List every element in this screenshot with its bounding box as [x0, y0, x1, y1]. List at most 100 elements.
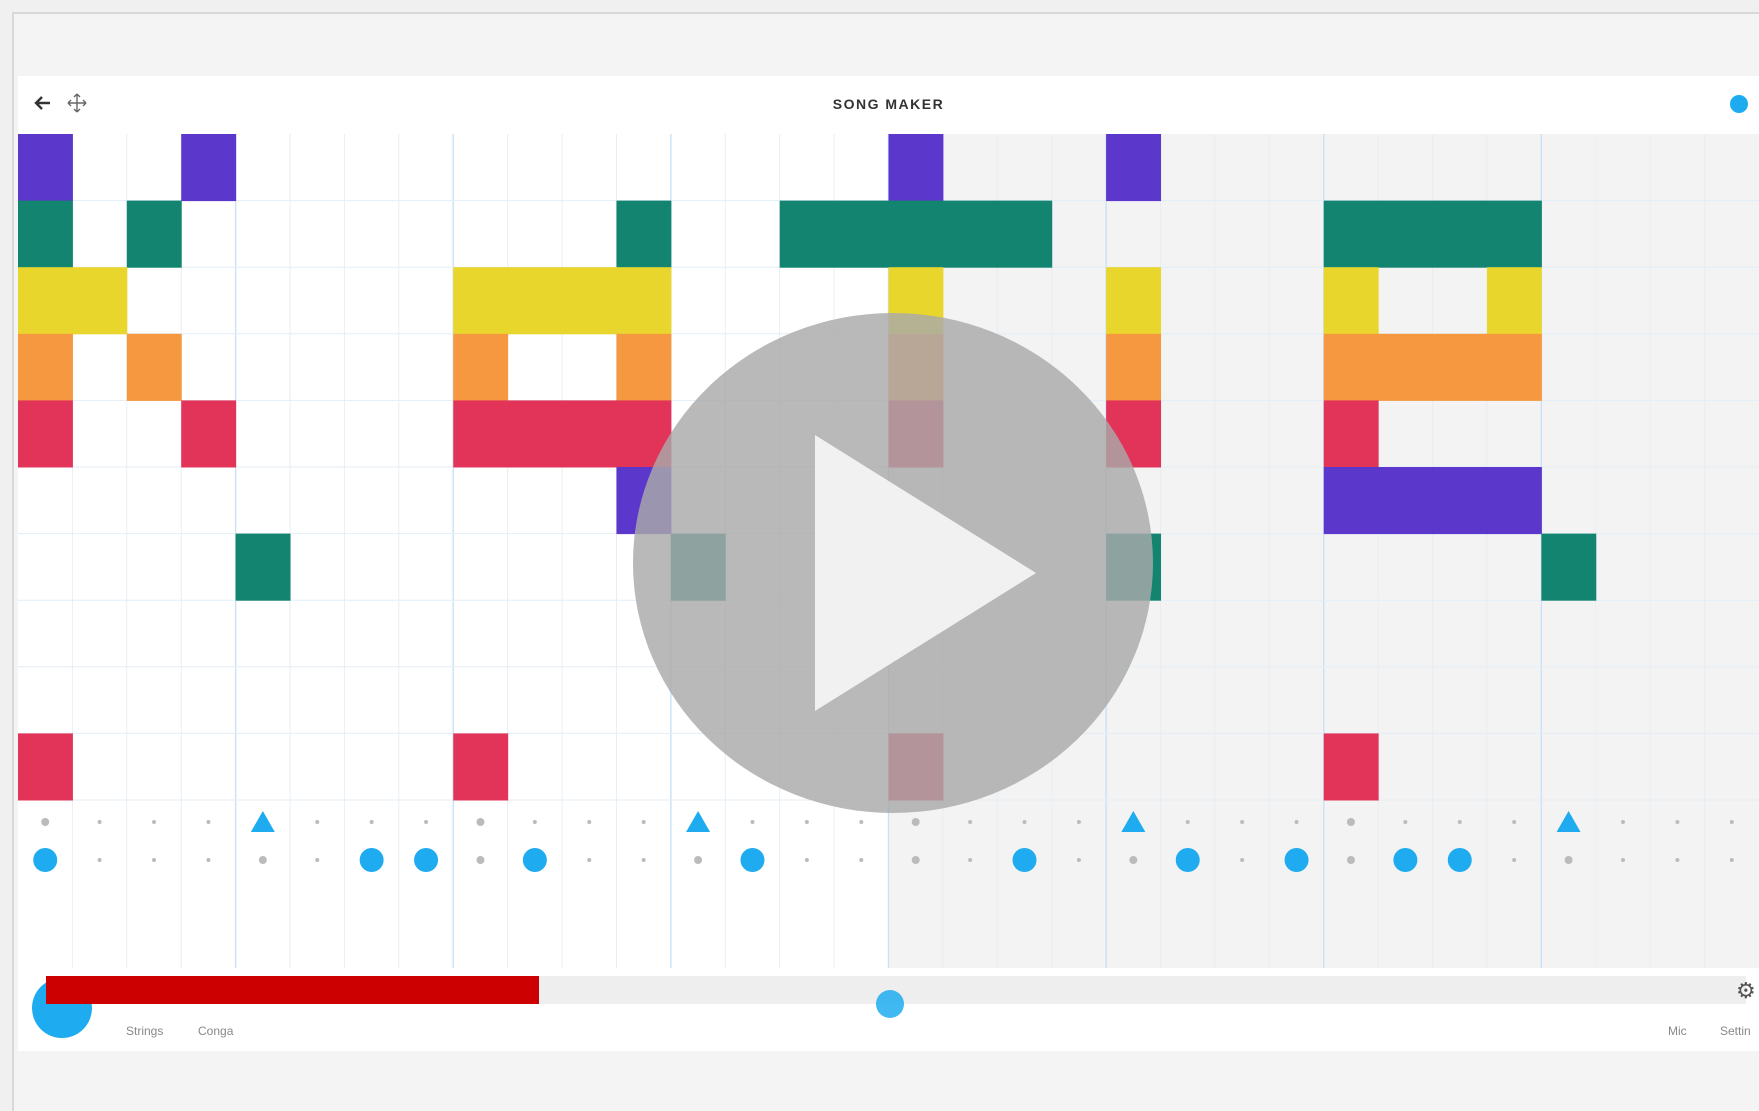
- rhythm-circle: [522, 848, 547, 872]
- rhythm-dot: [641, 858, 646, 862]
- top-bar: SONG MAKER: [18, 76, 1759, 134]
- instrument-label-conga[interactable]: Conga: [198, 1024, 233, 1038]
- rhythm-dot: [1346, 856, 1355, 864]
- melody-note: [18, 134, 73, 202]
- melody-note: [779, 200, 835, 268]
- rhythm-dot: [1294, 820, 1299, 824]
- tempo-slider-handle[interactable]: [876, 990, 904, 1018]
- melody-note: [1486, 333, 1542, 401]
- melody-note: [18, 333, 73, 401]
- melody-note: [72, 267, 128, 335]
- instrument-label-strings[interactable]: Strings: [126, 1024, 163, 1038]
- melody-note: [1378, 200, 1434, 268]
- melody-note: [1323, 733, 1379, 801]
- melody-note: [235, 533, 291, 601]
- rhythm-dot: [97, 820, 102, 824]
- rhythm-dot: [968, 820, 973, 824]
- melody-note: [1486, 267, 1542, 335]
- rhythm-dot: [694, 856, 703, 864]
- melody-note: [562, 400, 617, 468]
- melody-note: [453, 400, 509, 468]
- rhythm-dot: [532, 820, 537, 824]
- rhythm-circle: [1393, 848, 1418, 872]
- melody-note: [18, 267, 73, 335]
- rhythm-dot: [804, 820, 809, 824]
- rhythm-dot: [911, 818, 920, 826]
- melody-note: [942, 200, 998, 268]
- rhythm-circle: [1012, 848, 1037, 872]
- rhythm-dot: [424, 820, 429, 824]
- bottom-toolbar: Strings Conga Mic Settin ⚙: [18, 968, 1759, 1051]
- rhythm-circle: [740, 848, 765, 872]
- rhythm-dot: [1240, 858, 1245, 862]
- melody-note: [1486, 200, 1542, 268]
- rhythm-dot: [206, 858, 211, 862]
- rhythm-dot: [206, 820, 211, 824]
- rhythm-circle: [359, 848, 384, 872]
- melody-note: [562, 267, 617, 335]
- rhythm-dot: [1512, 858, 1517, 862]
- melody-note: [18, 200, 73, 268]
- melody-note: [181, 400, 237, 468]
- melody-note: [888, 200, 944, 268]
- rhythm-dot: [1620, 820, 1625, 824]
- melody-note: [616, 200, 672, 268]
- melody-note: [1323, 200, 1379, 268]
- rhythm-circle: [1447, 848, 1472, 872]
- rhythm-triangle: [250, 811, 275, 832]
- melody-note: [1432, 467, 1488, 535]
- rhythm-dot: [1185, 820, 1190, 824]
- rhythm-dot: [1457, 820, 1462, 824]
- rhythm-dot: [1729, 820, 1734, 824]
- rhythm-dot: [1346, 818, 1355, 826]
- mic-label[interactable]: Mic: [1668, 1024, 1687, 1038]
- melody-note: [1432, 333, 1488, 401]
- rhythm-circle: [33, 848, 58, 872]
- video-play-button[interactable]: [633, 313, 1153, 813]
- melody-note: [1432, 200, 1488, 268]
- rhythm-dot: [476, 856, 485, 864]
- rhythm-dot: [152, 858, 157, 862]
- melody-note: [453, 333, 509, 401]
- rhythm-dot: [641, 820, 646, 824]
- rhythm-dot: [587, 820, 592, 824]
- rhythm-dot: [315, 820, 320, 824]
- rhythm-dot: [315, 858, 320, 862]
- rhythm-dot: [968, 858, 973, 862]
- melody-note: [1323, 267, 1379, 335]
- rhythm-dot: [369, 820, 374, 824]
- rhythm-circle: [1284, 848, 1309, 872]
- melody-note: [126, 333, 182, 401]
- melody-note: [1378, 467, 1434, 535]
- rhythm-dot: [1729, 858, 1734, 862]
- melody-note: [18, 733, 73, 801]
- melody-note: [1106, 134, 1162, 202]
- status-indicator[interactable]: [1730, 95, 1748, 113]
- rhythm-triangle: [686, 811, 711, 832]
- melody-note: [18, 400, 73, 468]
- melody-note: [507, 267, 563, 335]
- melody-note: [181, 134, 237, 202]
- rhythm-dot: [258, 856, 267, 864]
- melody-note: [453, 733, 509, 801]
- melody-note: [888, 134, 944, 202]
- rhythm-dot: [1129, 856, 1138, 864]
- melody-note: [834, 200, 889, 268]
- melody-note: [1378, 333, 1434, 401]
- melody-note: [1323, 467, 1379, 535]
- rhythm-dot: [1076, 858, 1081, 862]
- melody-note: [507, 400, 563, 468]
- gear-icon[interactable]: ⚙: [1736, 978, 1756, 1004]
- rhythm-dot: [750, 820, 755, 824]
- melody-note: [1323, 400, 1379, 468]
- rhythm-dot: [1564, 856, 1573, 864]
- melody-note: [1323, 333, 1379, 401]
- song-maker-app: SONG MAKER Strings Conga Mic Settin ⚙: [18, 76, 1759, 1051]
- rhythm-dot: [911, 856, 920, 864]
- rhythm-dot: [1675, 820, 1680, 824]
- page-title: SONG MAKER: [832, 96, 945, 112]
- rhythm-dot: [476, 818, 485, 826]
- rhythm-dot: [1403, 820, 1408, 824]
- settings-label[interactable]: Settin: [1720, 1024, 1751, 1038]
- rhythm-dot: [152, 820, 157, 824]
